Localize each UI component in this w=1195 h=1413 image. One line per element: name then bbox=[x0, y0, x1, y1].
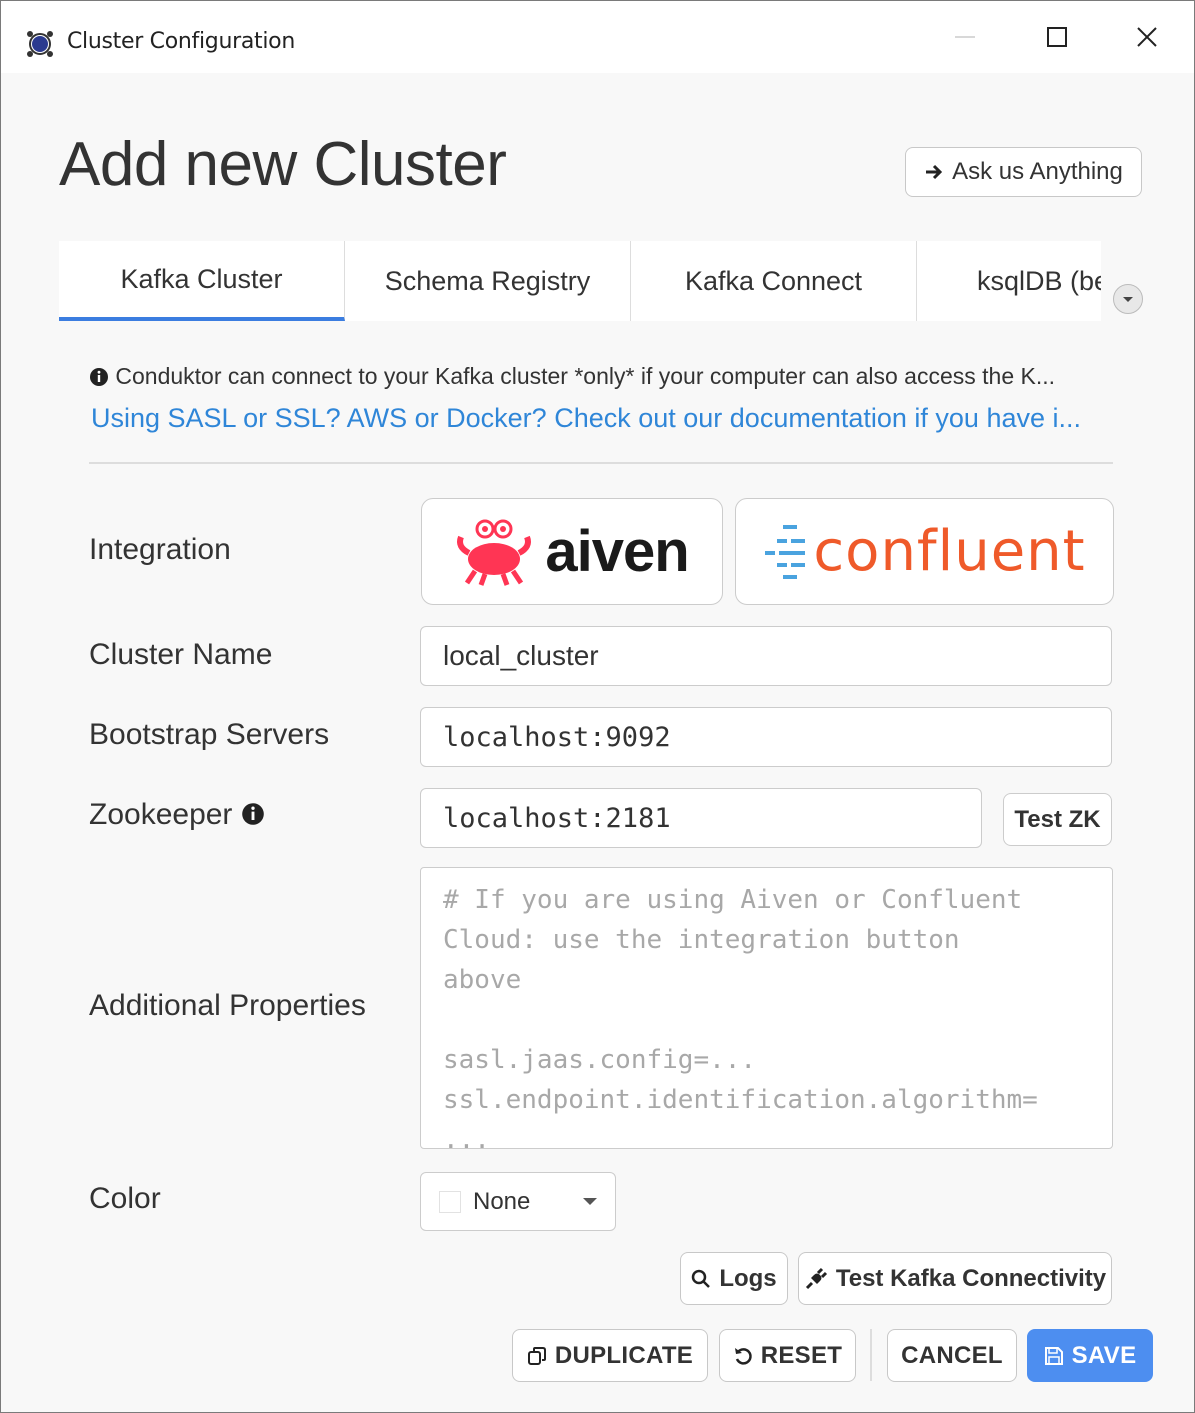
arrow-right-icon bbox=[926, 164, 943, 180]
color-value: None bbox=[473, 1187, 531, 1215]
tab-label: Kafka Cluster bbox=[120, 263, 283, 294]
close-button[interactable] bbox=[1101, 1, 1193, 73]
info-icon bbox=[90, 368, 108, 386]
copy-icon bbox=[527, 1346, 546, 1365]
bootstrap-servers-label: Bootstrap Servers bbox=[89, 718, 330, 751]
cluster-name-label: Cluster Name bbox=[89, 638, 273, 671]
duplicate-label: DUPLICATE bbox=[554, 1341, 694, 1369]
window-title: Cluster Configuration bbox=[67, 29, 295, 54]
search-icon bbox=[692, 1269, 711, 1288]
confluent-integration-button[interactable]: confluent bbox=[735, 498, 1114, 605]
confluent-logo-icon bbox=[765, 524, 806, 579]
logs-button[interactable]: Logs bbox=[680, 1252, 788, 1305]
aiven-crab-icon bbox=[457, 519, 532, 586]
color-swatch bbox=[439, 1190, 461, 1213]
ask-us-anything-button[interactable]: Ask us Anything bbox=[905, 147, 1142, 197]
aiven-logo-text: aiven bbox=[545, 519, 689, 584]
test-connectivity-label: Test Kafka Connectivity bbox=[835, 1264, 1107, 1292]
aiven-integration-button[interactable]: aiven bbox=[421, 498, 723, 605]
zookeeper-label: Zookeeper bbox=[89, 798, 265, 832]
test-kafka-connectivity-button[interactable]: Test Kafka Connectivity bbox=[798, 1252, 1112, 1305]
chevron-down-icon bbox=[1123, 297, 1133, 302]
test-zk-button[interactable]: Test ZK bbox=[1003, 793, 1112, 846]
zookeeper-value: localhost:2181 bbox=[443, 802, 671, 834]
cancel-label: CANCEL bbox=[901, 1341, 1003, 1369]
logs-label: Logs bbox=[719, 1264, 777, 1292]
actions-separator bbox=[870, 1329, 872, 1381]
tab-schema-registry[interactable]: Schema Registry bbox=[345, 241, 631, 321]
tab-label: Schema Registry bbox=[384, 265, 591, 296]
confluent-logo-text: confluent bbox=[813, 519, 1086, 584]
config-tabs: Kafka Cluster Schema Registry Kafka Conn… bbox=[59, 241, 1101, 321]
page-title: Add new Cluster bbox=[59, 130, 507, 199]
tab-ksqldb[interactable]: ksqlDB (be bbox=[917, 241, 1101, 321]
reset-label: RESET bbox=[760, 1341, 843, 1369]
notice-text: Conduktor can connect to your Kafka clus… bbox=[115, 363, 1056, 389]
close-icon bbox=[1137, 27, 1157, 47]
maximize-button[interactable] bbox=[1011, 1, 1103, 73]
additional-properties-textarea[interactable]: # If you are using Aiven or Confluent Cl… bbox=[420, 867, 1113, 1149]
minimize-icon bbox=[955, 36, 975, 38]
minimize-button[interactable] bbox=[919, 1, 1011, 73]
save-label: SAVE bbox=[1071, 1341, 1137, 1369]
cancel-button[interactable]: CANCEL bbox=[887, 1329, 1017, 1382]
color-select[interactable]: None bbox=[420, 1172, 616, 1231]
ask-us-anything-label: Ask us Anything bbox=[952, 158, 1123, 185]
conduktor-app-icon bbox=[27, 31, 53, 57]
color-label: Color bbox=[89, 1182, 161, 1215]
tab-kafka-cluster[interactable]: Kafka Cluster bbox=[59, 241, 345, 321]
documentation-link[interactable]: Using SASL or SSL? AWS or Docker? Check … bbox=[91, 403, 1081, 434]
save-button[interactable]: SAVE bbox=[1027, 1329, 1153, 1382]
plug-icon bbox=[805, 1267, 827, 1289]
cluster-config-window: Cluster Configuration Add new Cluster As… bbox=[0, 0, 1195, 1413]
zookeeper-label-text: Zookeeper bbox=[89, 798, 233, 831]
duplicate-button[interactable]: DUPLICATE bbox=[512, 1329, 708, 1382]
tab-label: Kafka Connect bbox=[684, 265, 863, 296]
tab-label: ksqlDB (be bbox=[977, 265, 1101, 296]
caret-down-icon bbox=[583, 1198, 597, 1205]
tabs-scroll-button[interactable] bbox=[1113, 284, 1143, 314]
bootstrap-servers-value: localhost:9092 bbox=[443, 721, 671, 753]
zookeeper-input[interactable]: localhost:2181 bbox=[420, 788, 982, 848]
undo-icon bbox=[734, 1347, 752, 1365]
integration-label: Integration bbox=[89, 533, 231, 566]
info-icon[interactable] bbox=[241, 802, 265, 826]
maximize-icon bbox=[1047, 27, 1067, 47]
additional-properties-label: Additional Properties bbox=[89, 989, 366, 1022]
divider bbox=[89, 462, 1113, 464]
connectivity-notice: Conduktor can connect to your Kafka clus… bbox=[89, 363, 1055, 390]
title-bar: Cluster Configuration bbox=[1, 1, 1194, 73]
reset-button[interactable]: RESET bbox=[719, 1329, 856, 1382]
bootstrap-servers-input[interactable]: localhost:9092 bbox=[420, 707, 1112, 767]
cluster-name-input[interactable]: local_cluster bbox=[420, 626, 1112, 686]
save-icon bbox=[1044, 1346, 1063, 1365]
tab-kafka-connect[interactable]: Kafka Connect bbox=[631, 241, 917, 321]
cluster-name-value: local_cluster bbox=[443, 640, 599, 671]
